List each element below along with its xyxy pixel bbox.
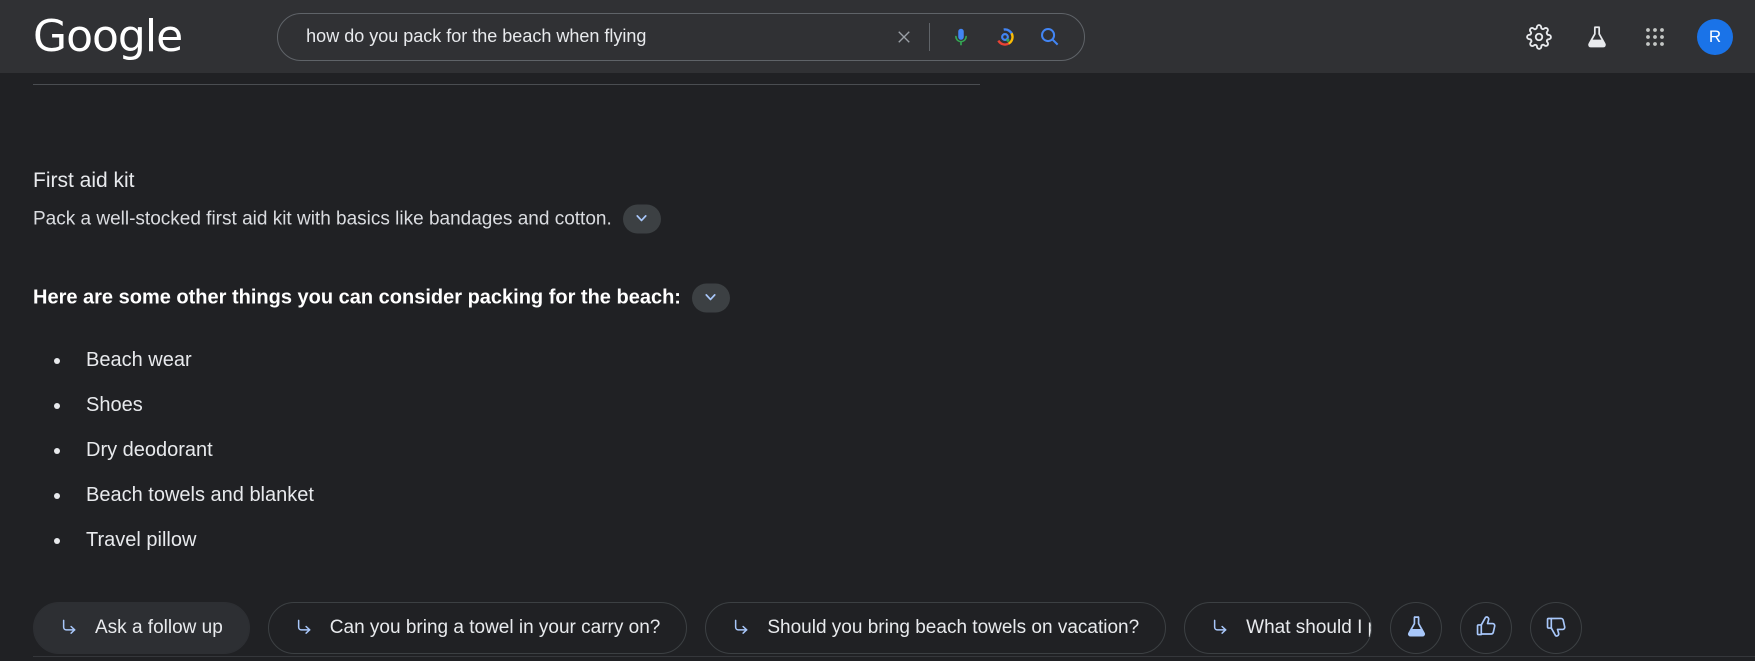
google-logo[interactable]: Google (33, 14, 183, 59)
list-item: Beach wear (50, 338, 314, 383)
search-box[interactable] (277, 12, 1086, 61)
followup-chip-towel-carryon[interactable]: Can you bring a towel in your carry on? (267, 602, 688, 654)
avatar[interactable]: R (1697, 18, 1733, 55)
followup-chip-row: Ask a follow up Can you bring a towel in… (33, 602, 1583, 654)
chip-label: What should I p (1246, 617, 1372, 638)
chevron-down-icon (633, 209, 650, 229)
thumb-up-icon (1474, 614, 1499, 642)
labs-button[interactable] (1390, 602, 1443, 654)
google-logo-text: Google (33, 10, 183, 62)
ask-a-follow-up-button[interactable]: Ask a follow up (33, 602, 250, 654)
search-icon[interactable] (1032, 20, 1066, 54)
list-item: Travel pillow (50, 518, 314, 563)
ai-overview-panel: First aid kit Pack a well-stocked first … (0, 73, 1755, 661)
thumbs-down-button[interactable] (1530, 602, 1583, 654)
followup-chip-what-should-i-pack[interactable]: What should I p (1184, 602, 1373, 654)
list-item: Shoes (50, 383, 314, 428)
search-divider (929, 22, 931, 51)
app-header: Google how do you pack for the beach whe… (0, 0, 1755, 73)
followup-chip-beach-towels-vacation[interactable]: Should you bring beach towels on vacatio… (705, 602, 1167, 654)
flask-icon (1404, 614, 1429, 642)
search-input[interactable] (306, 26, 890, 47)
list-item: Beach towels and blanket (50, 473, 314, 518)
corner-down-right-arrow-icon (295, 617, 314, 639)
page-title: First aid kit (33, 169, 135, 192)
chip-label: Should you bring beach towels on vacatio… (767, 617, 1140, 638)
top-divider (33, 84, 980, 85)
thumbs-up-button[interactable] (1460, 602, 1513, 654)
bottom-divider (33, 656, 1755, 657)
section-description: Pack a well-stocked first aid kit with b… (33, 208, 612, 229)
expand-heading-button[interactable] (691, 283, 730, 313)
avatar-initial: R (1708, 26, 1722, 46)
chip-label: Can you bring a towel in your carry on? (329, 617, 661, 638)
header-actions: R (1517, 0, 1733, 73)
other-items-heading: Here are some other things you can consi… (33, 286, 681, 309)
list-item: Dry deodorant (50, 428, 314, 473)
apps-grid-icon[interactable] (1633, 15, 1677, 59)
chip-label: Ask a follow up (95, 617, 223, 638)
other-items-heading-row: Here are some other things you can consi… (33, 283, 730, 313)
section-description-row: Pack a well-stocked first aid kit with b… (33, 204, 661, 234)
chevron-down-icon (702, 288, 719, 308)
thumb-down-icon (1544, 614, 1569, 642)
corner-down-right-arrow-icon (60, 617, 79, 639)
voice-search-icon[interactable] (944, 20, 978, 54)
clear-icon[interactable] (889, 22, 919, 52)
packing-items-list: Beach wear Shoes Dry deodorant Beach tow… (50, 338, 314, 563)
flask-icon[interactable] (1575, 15, 1619, 59)
corner-down-right-arrow-icon (1211, 617, 1230, 639)
corner-down-right-arrow-icon (732, 617, 751, 639)
expand-description-button[interactable] (622, 204, 661, 234)
lens-camera-icon[interactable] (988, 20, 1022, 54)
gear-icon[interactable] (1517, 15, 1561, 59)
